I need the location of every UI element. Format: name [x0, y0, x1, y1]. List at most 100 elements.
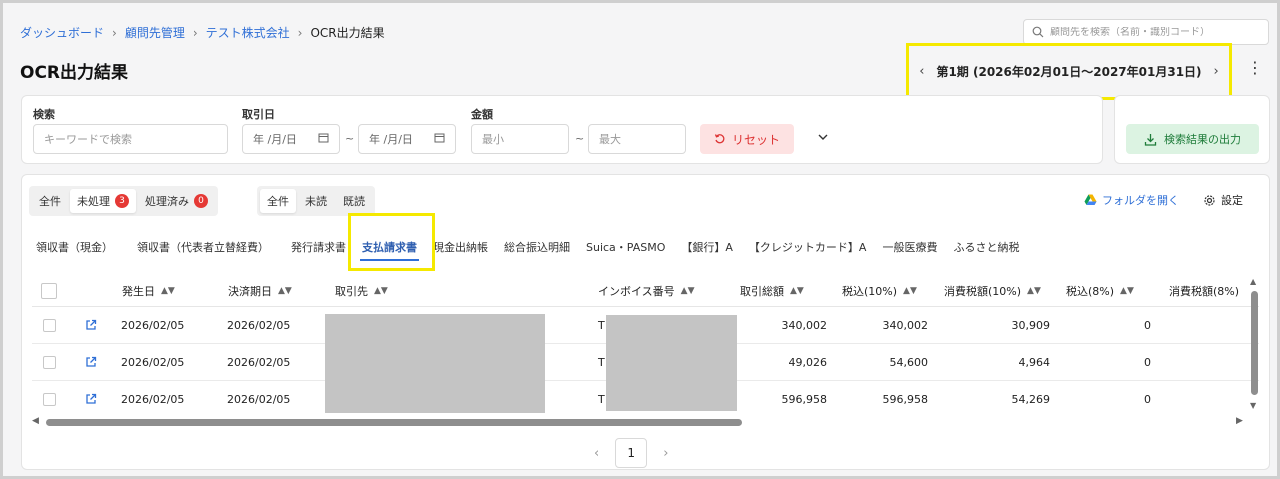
tab-receipt-cash[interactable]: 領収書（現金） [22, 233, 121, 261]
col-header[interactable]: インボイス番号 ▲▼ [598, 275, 695, 306]
cell-total: 49,026 [788, 355, 828, 369]
client-search[interactable] [1023, 19, 1269, 45]
results-table: 発生日 ▲▼ 決済期日 ▲▼ 取引先 ▲▼ インボイス番号 ▲▼ 取引総額 ▲▼ 税込(1… [32, 275, 1259, 413]
col-label: 税込(10%) [842, 284, 898, 298]
calendar-icon [434, 132, 445, 146]
cell-total: 596,958 [781, 392, 828, 406]
status-all-label: 全件 [39, 195, 61, 208]
more-menu-icon[interactable]: ⋮ [1247, 59, 1263, 77]
keyword-field[interactable] [33, 124, 228, 154]
tab-issued-invoice[interactable]: 発行請求書 [277, 233, 354, 261]
document-type-tabs: 領収書（現金） 領収書（代表者立替経費） 発行請求書 支払請求書 現金出納帳 総… [22, 227, 1027, 267]
amount-label: 金額 [471, 108, 493, 121]
breadcrumb-clients[interactable]: 顧問先管理 [125, 24, 185, 41]
scroll-up-icon[interactable]: ▲ [1250, 277, 1256, 286]
vertical-scrollbar[interactable]: ▲ ▼ [1249, 277, 1261, 413]
col-header[interactable]: 発生日 ▲▼ [122, 275, 175, 306]
next-page-button[interactable]: › [663, 446, 668, 461]
scroll-left-icon[interactable]: ◀ [32, 416, 39, 426]
period-prev-button[interactable]: ‹ [919, 64, 924, 79]
col-header[interactable]: 取引先 ▲▼ [335, 275, 388, 306]
sort-icon: ▲▼ [161, 285, 175, 296]
tab-bank-a[interactable]: 【銀行】A [673, 233, 741, 261]
prev-page-button[interactable]: ‹ [594, 446, 599, 461]
reset-icon [714, 134, 725, 144]
date-from-input[interactable]: 年 /月/日 [242, 124, 340, 154]
period-nav: ‹ 第1期 (2026年02月01日〜2027年01月31日) › [906, 43, 1232, 100]
cell-invoice: T [598, 355, 605, 369]
row-checkbox[interactable] [43, 381, 56, 413]
row-checkbox[interactable] [43, 344, 56, 380]
col-label: 取引総額 [740, 284, 784, 298]
export-panel: 検索結果の出力 [1114, 95, 1270, 164]
read-filter: 全件 未読 既読 [257, 186, 375, 216]
settings-button[interactable]: 設定 [1203, 192, 1243, 208]
cell-due: 2026/02/05 [227, 355, 291, 369]
col-header[interactable]: 取引総額 ▲▼ [740, 275, 804, 306]
cell-date: 2026/02/05 [121, 318, 185, 332]
external-link-icon[interactable] [85, 381, 97, 413]
tab-furusato-tax[interactable]: ふるさと納税 [945, 233, 1027, 261]
chevron-right-icon: › [112, 25, 117, 40]
read-read-tab[interactable]: 既読 [336, 189, 372, 213]
tab-suica-pasmo[interactable]: Suica・PASMO [578, 233, 673, 261]
scroll-down-icon[interactable]: ▼ [1250, 401, 1256, 410]
status-unprocessed-tab[interactable]: 未処理 3 [70, 189, 136, 213]
amount-min-input[interactable] [482, 132, 568, 146]
tab-medical-expense[interactable]: 一般医療費 [874, 233, 945, 261]
export-button[interactable]: 検索結果の出力 [1126, 124, 1259, 154]
tab-receipt-expense[interactable]: 領収書（代表者立替経費） [121, 233, 277, 261]
page-button[interactable]: 1 [615, 438, 648, 468]
open-folder-label: フォルダを開く [1102, 194, 1179, 207]
sort-icon: ▲▼ [1027, 285, 1041, 296]
amount-max-field[interactable] [588, 124, 686, 154]
tab-cash-book[interactable]: 現金出納帳 [425, 233, 496, 261]
col-header[interactable]: 消費税額(8%) [1169, 275, 1239, 306]
unprocessed-count-badge: 3 [115, 194, 129, 208]
col-header[interactable]: 税込(10%) ▲▼ [842, 275, 917, 306]
client-search-input[interactable] [1050, 26, 1260, 38]
cell-date: 2026/02/05 [121, 355, 185, 369]
col-label: 消費税額(10%) [944, 284, 1022, 298]
period-next-button[interactable]: › [1214, 64, 1219, 79]
read-unread-tab[interactable]: 未読 [298, 189, 334, 213]
external-link-icon[interactable] [85, 344, 97, 380]
date-to-input[interactable]: 年 /月/日 [358, 124, 456, 154]
horizontal-scrollbar[interactable]: ◀ ▶ [32, 416, 1247, 429]
scroll-right-icon[interactable]: ▶ [1236, 416, 1243, 426]
status-processed-tab[interactable]: 処理済み 0 [138, 189, 215, 213]
drive-icon [1084, 194, 1097, 205]
redacted-vendor-block [325, 314, 545, 413]
vertical-scroll-thumb[interactable] [1251, 291, 1258, 395]
keyword-input[interactable] [44, 132, 227, 146]
amount-min-field[interactable] [471, 124, 569, 154]
col-header[interactable]: 消費税額(10%) ▲▼ [944, 275, 1041, 306]
page-title: OCR出力結果 [20, 63, 129, 83]
row-checkbox[interactable] [43, 307, 56, 343]
select-all-checkbox[interactable] [41, 275, 57, 306]
results-card: 全件 未処理 3 処理済み 0 全件 未読 既読 フォルダを開く 設定 領収書（現金… [21, 174, 1270, 470]
amount-max-input[interactable] [599, 132, 685, 146]
download-icon [1144, 133, 1157, 146]
col-label: 消費税額(8%) [1169, 284, 1240, 298]
external-link-icon[interactable] [85, 307, 97, 343]
expand-filters-button[interactable] [818, 130, 828, 144]
period-label: 第1期 (2026年02月01日〜2027年01月31日) [936, 65, 1202, 79]
open-folder-button[interactable]: フォルダを開く [1084, 192, 1179, 208]
breadcrumb-company[interactable]: テスト株式会社 [206, 24, 290, 41]
tab-credit-card-a[interactable]: 【クレジットカード】A [741, 233, 875, 261]
sort-icon: ▲▼ [790, 285, 804, 296]
breadcrumb-dashboard[interactable]: ダッシュボード [20, 24, 104, 41]
date-label: 取引日 [242, 108, 275, 121]
reset-button[interactable]: リセット [700, 124, 794, 154]
col-header[interactable]: 決済期日 ▲▼ [228, 275, 292, 306]
tab-payment-invoice[interactable]: 支払請求書 [354, 233, 425, 261]
horizontal-scroll-thumb[interactable] [46, 419, 742, 426]
tab-bulk-transfer[interactable]: 総合振込明細 [496, 233, 578, 261]
status-all-tab[interactable]: 全件 [32, 189, 68, 213]
read-all-tab[interactable]: 全件 [260, 189, 296, 213]
reset-label: リセット [731, 132, 780, 147]
breadcrumb-current: OCR出力結果 [310, 26, 385, 40]
col-header[interactable]: 税込(8%) ▲▼ [1066, 275, 1134, 306]
col-label: 税込(8%) [1066, 284, 1115, 298]
